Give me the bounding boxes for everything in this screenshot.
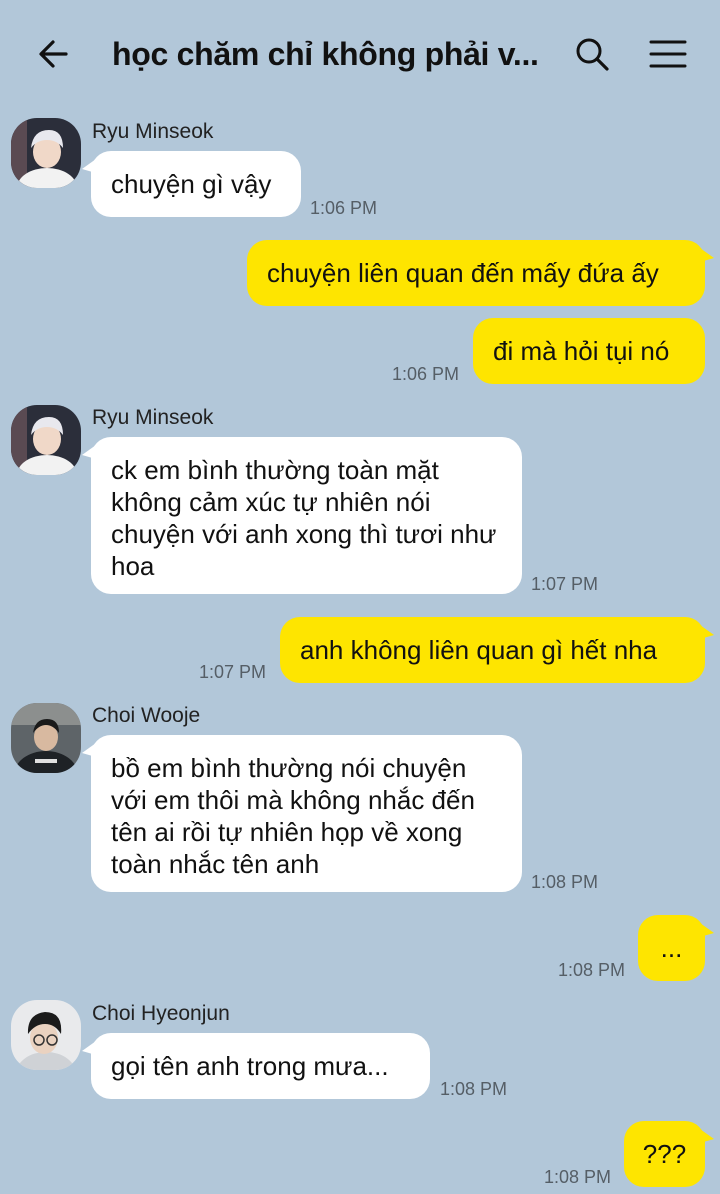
message-bubble-incoming[interactable]: chuyện gì vậy bbox=[82, 151, 301, 217]
message-time: 1:06 PM bbox=[392, 364, 460, 384]
message-bubble-outgoing[interactable]: ... bbox=[638, 915, 714, 981]
message-bubble-incoming[interactable]: bồ em bình thường nói chuyện với em thôi… bbox=[82, 735, 522, 892]
sender-name: Ryu Minseok bbox=[92, 406, 214, 429]
message-time: 1:08 PM bbox=[558, 960, 626, 980]
avatar-choi-wooje[interactable] bbox=[11, 703, 81, 773]
chat-title: học chăm chỉ không phải v... bbox=[112, 36, 539, 72]
message-text: gọi tên anh trong mưa... bbox=[111, 1051, 389, 1081]
search-button[interactable] bbox=[568, 30, 616, 78]
search-icon bbox=[576, 38, 609, 71]
message-text: chuyện gì vậy bbox=[111, 169, 272, 199]
message-time: 1:08 PM bbox=[531, 872, 599, 892]
message-bubble-outgoing[interactable]: anh không liên quan gì hết nha bbox=[280, 617, 714, 683]
back-button[interactable] bbox=[30, 30, 78, 78]
message-time: 1:07 PM bbox=[199, 662, 267, 682]
message-text: ck em bình thường toàn mặt không cảm xúc… bbox=[111, 455, 497, 581]
chat-header: học chăm chỉ không phải v... bbox=[0, 0, 720, 105]
message-bubble-incoming[interactable]: ck em bình thường toàn mặt không cảm xúc… bbox=[82, 437, 522, 594]
sender-name: Ryu Minseok bbox=[92, 120, 214, 143]
sender-name: Choi Hyeonjun bbox=[92, 1002, 230, 1025]
message-time: 1:08 PM bbox=[440, 1079, 508, 1099]
menu-button[interactable] bbox=[644, 30, 692, 78]
avatar-choi-hyeonjun[interactable] bbox=[11, 1000, 81, 1070]
message-bubble-outgoing[interactable]: chuyện liên quan đến mấy đứa ấy bbox=[247, 240, 714, 306]
arrow-left-icon bbox=[39, 40, 68, 68]
avatar-ryu-minseok[interactable] bbox=[11, 118, 81, 188]
message-time: 1:06 PM bbox=[310, 198, 378, 218]
message-text: đi mà hỏi tụi nó bbox=[493, 336, 670, 366]
message-bubble-outgoing[interactable]: ??? bbox=[624, 1121, 714, 1187]
avatar-ryu-minseok[interactable] bbox=[11, 405, 81, 475]
sender-name: Choi Wooje bbox=[92, 704, 201, 727]
message-text: anh không liên quan gì hết nha bbox=[300, 635, 658, 665]
message-text: bồ em bình thường nói chuyện với em thôi… bbox=[111, 753, 475, 879]
message-bubble-outgoing[interactable]: đi mà hỏi tụi nó bbox=[473, 318, 705, 384]
message-text: chuyện liên quan đến mấy đứa ấy bbox=[267, 258, 659, 288]
message-time: 1:07 PM bbox=[531, 574, 599, 594]
message-text: ??? bbox=[642, 1139, 687, 1169]
message-bubble-incoming[interactable]: gọi tên anh trong mưa... bbox=[82, 1033, 430, 1099]
hamburger-menu-icon bbox=[649, 40, 687, 68]
message-text: ... bbox=[660, 933, 683, 963]
message-time: 1:08 PM bbox=[544, 1167, 612, 1187]
